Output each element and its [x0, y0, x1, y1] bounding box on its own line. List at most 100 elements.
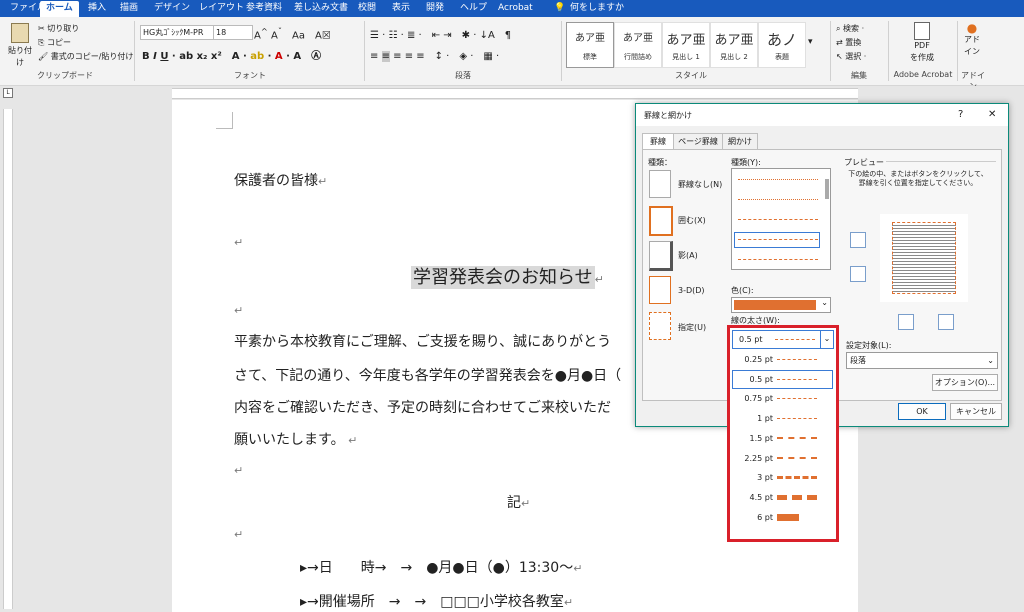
preview-canvas[interactable]: [880, 214, 968, 302]
line-width-select[interactable]: 0.5 pt ⌄: [732, 330, 834, 349]
width-option[interactable]: 0.25 pt: [732, 350, 833, 369]
options-button[interactable]: オプション(O)...: [932, 374, 998, 391]
paste-button[interactable]: 貼り付け: [6, 23, 34, 69]
addin-icon: ●: [966, 21, 978, 35]
style-no-spacing[interactable]: あア亜 行間詰め: [614, 22, 662, 68]
editing-group-label: 編集: [851, 71, 867, 80]
setting-shadow-icon[interactable]: [649, 241, 673, 271]
group-divider: [830, 21, 831, 81]
setting-none-label[interactable]: 罫線なし(N): [678, 179, 722, 190]
tab-developer[interactable]: 開発: [420, 1, 450, 17]
styles-more-icon[interactable]: ▾: [808, 37, 813, 47]
help-icon[interactable]: ?: [958, 109, 963, 120]
title-line[interactable]: 学習発表会のお知らせ ↵: [411, 263, 604, 289]
body-line-3[interactable]: 内容をご確認いただき、予定の時刻に合わせてご来校いただ: [234, 397, 611, 417]
schedule-date-line[interactable]: ▸→日 時→ → ●月●日（●）13:30〜↵: [300, 557, 582, 577]
body-line-4[interactable]: 願いいたします。 ↵: [234, 429, 357, 449]
setting-custom-icon[interactable]: [649, 312, 671, 340]
tab-view[interactable]: 表示: [386, 1, 416, 17]
top-border-button[interactable]: [850, 232, 866, 248]
alignment-buttons[interactable]: ≡ ≡ ≡ ≡ ≡ ↕ · ◈ · ▦ ·: [370, 47, 499, 62]
copy-button[interactable]: ⎘ コピー: [38, 37, 71, 48]
bottom-border-button[interactable]: [850, 266, 866, 282]
setting-3d-label[interactable]: 3-D(D): [678, 286, 705, 295]
preview-divider: [886, 161, 996, 162]
right-border-button[interactable]: [938, 314, 954, 330]
setting-3d-icon[interactable]: [649, 276, 671, 304]
tab-insert[interactable]: 挿入: [82, 1, 112, 17]
addin-button[interactable]: ● アド イン: [960, 22, 984, 58]
find-button[interactable]: ⌕ 検索 ·: [836, 23, 864, 34]
apply-to-label: 設定対象(L):: [846, 341, 892, 350]
tab-page-border[interactable]: ページ罫線: [673, 133, 723, 149]
line-width-dropdown[interactable]: 0.5 pt ⌄ 0.25 pt 0.5 pt 0.75 pt 1 pt 1.5 pt 2…: [727, 325, 839, 542]
cut-button[interactable]: ✂ 切り取り: [38, 23, 79, 34]
ki-line[interactable]: 記↵: [507, 492, 530, 512]
width-option-label: 4.5 pt: [749, 492, 773, 502]
clipboard-group-label: クリップボード: [37, 71, 93, 80]
width-option-label: 1 pt: [757, 414, 773, 424]
body-line-2[interactable]: さて、下記の通り、今年度も各学年の学習発表会を●月●日（: [234, 365, 621, 385]
width-option[interactable]: 1.5 pt: [732, 429, 833, 448]
width-option[interactable]: 0.75 pt: [732, 389, 833, 408]
greeting-line[interactable]: 保護者の皆様↵: [234, 170, 327, 190]
setting-none-icon[interactable]: [649, 170, 671, 198]
tell-me-box[interactable]: 何をしますか: [564, 1, 630, 17]
font-size-combo[interactable]: 18: [213, 25, 253, 40]
tab-review[interactable]: 校閲: [352, 1, 382, 17]
body-line-1[interactable]: 平素から本校教育にご理解、ご支援を賜り、誠にありがとう: [234, 331, 611, 351]
preview-label: プレビュー: [844, 158, 884, 167]
vertical-ruler[interactable]: [0, 99, 14, 612]
setting-shadow-label[interactable]: 影(A): [678, 250, 698, 261]
width-option[interactable]: 6 pt: [732, 508, 833, 527]
tab-draw[interactable]: 描画: [114, 1, 144, 17]
replace-button[interactable]: ⇄ 置換: [836, 37, 861, 48]
tab-borders[interactable]: 罫線: [642, 133, 674, 150]
width-option[interactable]: 1 pt: [732, 409, 833, 428]
width-option[interactable]: 4.5 pt: [732, 488, 833, 507]
dialog-title-bar[interactable]: 罫線と網かけ ? ✕: [636, 104, 1008, 126]
tab-design[interactable]: デザイン: [148, 1, 196, 17]
style-title[interactable]: あノ 表題: [758, 22, 806, 68]
chevron-down-icon: ⌄: [987, 356, 994, 365]
font-grow-shrink-buttons[interactable]: A^ Aˇ Aa A☒: [254, 26, 331, 41]
style-heading-2[interactable]: あア亜 見出し 2: [710, 22, 758, 68]
tab-help[interactable]: ヘルプ: [454, 1, 493, 17]
search-icon: ⌕: [836, 24, 844, 33]
style-heading-1[interactable]: あア亜 見出し 1: [662, 22, 710, 68]
create-pdf-button[interactable]: PDF を作成: [900, 22, 944, 64]
scrollbar-thumb[interactable]: [825, 179, 829, 199]
tab-mailings[interactable]: 差し込み文書: [288, 1, 354, 17]
schedule-place-line[interactable]: ▸→開催場所 → → □□□小学校各教室↵: [300, 591, 573, 611]
setting-box-icon[interactable]: [649, 206, 673, 236]
close-icon[interactable]: ✕: [988, 109, 996, 120]
margin-corner-mark: [216, 112, 233, 129]
font-format-buttons[interactable]: B I U · ab x₂ x² A · ab · A · A Ⓐ: [142, 47, 321, 62]
line-style-list[interactable]: [731, 168, 831, 270]
font-name-combo[interactable]: HG丸ｺﾞｼｯｸM-PR: [140, 25, 214, 40]
selected-line-style[interactable]: [734, 232, 820, 248]
style-normal[interactable]: あア亜 標準: [566, 22, 614, 68]
width-option[interactable]: 3 pt: [732, 468, 833, 487]
width-option-label: 0.25 pt: [744, 355, 773, 364]
select-button[interactable]: ↖ 選択 ·: [836, 51, 866, 62]
setting-custom-label[interactable]: 指定(U): [678, 322, 706, 333]
styles-group-label: スタイル: [675, 71, 707, 80]
ok-button[interactable]: OK: [898, 403, 946, 420]
tab-selector-icon[interactable]: L: [3, 88, 13, 98]
list-buttons[interactable]: ☰ · ☷ · ≣ · ⇤ ⇥ ✱ · ↓A ¶: [370, 26, 511, 41]
cancel-button[interactable]: キャンセル: [950, 403, 1002, 420]
width-option[interactable]: 0.5 pt: [732, 369, 833, 389]
cursor-icon: ↖: [836, 52, 846, 61]
apply-to-select[interactable]: 段落 ⌄: [846, 352, 998, 369]
setting-box-label[interactable]: 囲む(X): [678, 215, 706, 226]
tab-references[interactable]: 参考資料: [240, 1, 288, 17]
horizontal-ruler[interactable]: L: [0, 86, 1024, 99]
tab-acrobat[interactable]: Acrobat: [492, 1, 539, 17]
tab-shading[interactable]: 網かけ: [722, 133, 758, 149]
left-border-button[interactable]: [898, 314, 914, 330]
color-select[interactable]: ⌄: [731, 297, 831, 313]
width-option[interactable]: 2.25 pt: [732, 449, 833, 468]
format-painter-button[interactable]: 🖌 書式のコピー/貼り付け: [38, 51, 133, 62]
tab-home[interactable]: ホーム: [40, 1, 79, 17]
